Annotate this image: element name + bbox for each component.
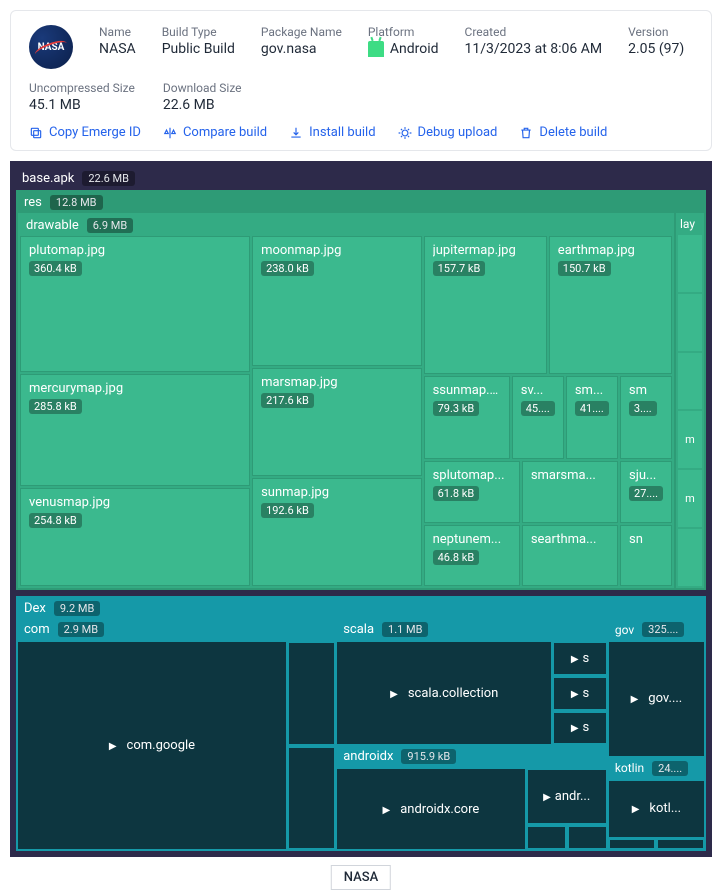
res-header[interactable]: res 12.8 MB bbox=[18, 192, 704, 213]
label: Created bbox=[465, 25, 603, 39]
value: Public Build bbox=[162, 41, 235, 57]
field-name: Name NASA bbox=[99, 25, 136, 57]
dex-s[interactable]: s bbox=[553, 712, 607, 745]
treemap-cell-splutomap[interactable]: splutomap... 61.8 kB bbox=[424, 461, 520, 522]
android-icon bbox=[368, 41, 384, 57]
trash-icon bbox=[519, 126, 533, 140]
label: Package Name bbox=[261, 25, 342, 39]
field-package-name: Package Name gov.nasa bbox=[261, 25, 342, 57]
dex-scala[interactable]: scala 1.1 MB scala.collection s s s bbox=[337, 619, 607, 744]
lay-item[interactable] bbox=[678, 294, 702, 351]
treemap-cell-jupitermap[interactable]: jupitermap.jpg 157.7 kB bbox=[424, 236, 547, 374]
dex-kotlin-child[interactable]: kotl... bbox=[609, 781, 704, 837]
drawable-block[interactable]: drawable 6.9 MB plutomap.jpg 360.4 kB me… bbox=[18, 213, 674, 588]
build-info-card: NASA Name NASA Build Type Public Build P… bbox=[10, 10, 712, 151]
value: 11/3/2023 at 8:06 AM bbox=[465, 41, 603, 57]
treemap-cell-marsmap[interactable]: marsmap.jpg 217.6 kB bbox=[252, 368, 422, 476]
treemap-cell-moonmap[interactable]: moonmap.jpg 238.0 kB bbox=[252, 236, 422, 366]
field-build-type: Build Type Public Build bbox=[162, 25, 235, 57]
breadcrumb[interactable]: NASA bbox=[331, 865, 391, 890]
play-icon bbox=[383, 802, 395, 817]
dex-small[interactable] bbox=[609, 839, 656, 849]
debug-upload-button[interactable]: Debug upload bbox=[398, 125, 498, 140]
value: NASA bbox=[99, 41, 136, 57]
play-icon bbox=[109, 738, 121, 753]
dex-kotlin[interactable]: kotlin 24.... kotl... bbox=[609, 758, 704, 849]
treemap-cell-sm1[interactable]: sm... 41.... bbox=[566, 376, 618, 459]
value: gov.nasa bbox=[261, 41, 342, 57]
dex-gov-child[interactable]: gov.... bbox=[609, 642, 704, 756]
scale-icon bbox=[163, 126, 177, 140]
treemap-cell-mercurymap[interactable]: mercurymap.jpg 285.8 kB bbox=[20, 374, 250, 486]
download-icon bbox=[289, 126, 303, 140]
treemap-cell-sunmap[interactable]: sunmap.jpg 192.6 kB bbox=[252, 478, 422, 586]
field-version: Version 2.05 (97) bbox=[628, 25, 684, 57]
treemap-cell-ssunmap[interactable]: ssunmap.jpg 79.3 kB bbox=[424, 376, 510, 459]
label: Uncompressed Size bbox=[29, 81, 135, 95]
dex-androidx[interactable]: androidx 915.9 kB androidx.core andr... bbox=[337, 746, 607, 849]
treemap-cell-neptunemap[interactable]: neptunem... 46.8 kB bbox=[424, 525, 520, 586]
treemap-cell-plutomap[interactable]: plutomap.jpg 360.4 kB bbox=[20, 236, 250, 372]
lay-item[interactable]: m bbox=[678, 411, 702, 468]
app-logo: NASA bbox=[29, 25, 73, 69]
delete-build-button[interactable]: Delete build bbox=[519, 125, 607, 140]
layout-block[interactable]: lay m m bbox=[676, 213, 704, 588]
field-download-size: Download Size 22.6 MB bbox=[163, 81, 242, 113]
dex-small[interactable] bbox=[657, 839, 704, 849]
field-platform: Platform Android bbox=[368, 25, 439, 57]
treemap-cell-smarsmap[interactable]: smarsma... bbox=[522, 461, 618, 522]
treemap-cell-sn[interactable]: sn bbox=[620, 525, 672, 586]
label: Version bbox=[628, 25, 684, 39]
value: 45.1 MB bbox=[29, 97, 135, 113]
dex-com-google[interactable]: com.google bbox=[18, 642, 286, 849]
treemap-root-header[interactable]: base.apk 22.6 MB bbox=[16, 167, 706, 190]
value: Android bbox=[368, 41, 439, 57]
label: Download Size bbox=[163, 81, 242, 95]
root-name: base.apk bbox=[22, 171, 74, 186]
dex-andr[interactable]: andr... bbox=[527, 769, 607, 824]
field-created: Created 11/3/2023 at 8:06 AM bbox=[465, 25, 603, 57]
dex-scala-collection[interactable]: scala.collection bbox=[337, 642, 551, 744]
label: Build Type bbox=[162, 25, 235, 39]
label: Name bbox=[99, 25, 136, 39]
copy-emerge-id-button[interactable]: Copy Emerge ID bbox=[29, 125, 141, 140]
dex-block[interactable]: Dex 9.2 MB com 2.9 MB com.google bbox=[16, 596, 706, 851]
value: 22.6 MB bbox=[163, 97, 242, 113]
dex-small[interactable] bbox=[527, 826, 566, 849]
compare-build-button[interactable]: Compare build bbox=[163, 125, 267, 140]
treemap-cell-sv[interactable]: sv... 45.... bbox=[512, 376, 564, 459]
install-build-button[interactable]: Install build bbox=[289, 125, 375, 140]
lay-item[interactable] bbox=[678, 529, 702, 586]
dex-small[interactable] bbox=[288, 642, 335, 745]
treemap-cell-venusmap[interactable]: venusmap.jpg 254.8 kB bbox=[20, 488, 250, 586]
drawable-header[interactable]: drawable 6.9 MB bbox=[20, 215, 672, 236]
lay-item[interactable] bbox=[678, 235, 702, 292]
treemap-cell-searthmap[interactable]: searthma... bbox=[522, 525, 618, 586]
dex-com[interactable]: com 2.9 MB com.google bbox=[18, 619, 335, 849]
treemap-cell-sm2[interactable]: sm 3.... bbox=[620, 376, 672, 459]
bug-icon bbox=[398, 126, 412, 140]
dex-header[interactable]: Dex 9.2 MB bbox=[18, 598, 704, 619]
play-icon bbox=[390, 686, 402, 701]
dex-small[interactable] bbox=[288, 747, 335, 850]
root-size: 22.6 MB bbox=[82, 171, 135, 186]
lay-item[interactable]: m bbox=[678, 470, 702, 527]
treemap-cell-sju[interactable]: sju... 27.... bbox=[620, 461, 672, 522]
lay-item[interactable] bbox=[678, 353, 702, 410]
dex-s[interactable]: s bbox=[553, 642, 607, 675]
dex-small[interactable] bbox=[568, 826, 607, 849]
copy-icon bbox=[29, 126, 43, 140]
dex-s[interactable]: s bbox=[553, 677, 607, 710]
treemap-cell-earthmap[interactable]: earthmap.jpg 150.7 kB bbox=[549, 236, 672, 374]
treemap-container: base.apk 22.6 MB res 12.8 MB drawable 6.… bbox=[10, 161, 712, 857]
field-uncompressed-size: Uncompressed Size 45.1 MB bbox=[29, 81, 135, 113]
res-block[interactable]: res 12.8 MB drawable 6.9 MB plutomap.jpg… bbox=[16, 190, 706, 590]
dex-androidx-core[interactable]: androidx.core bbox=[337, 769, 524, 849]
value: 2.05 (97) bbox=[628, 41, 684, 57]
dex-gov[interactable]: gov 325.... gov.... bbox=[609, 619, 704, 756]
